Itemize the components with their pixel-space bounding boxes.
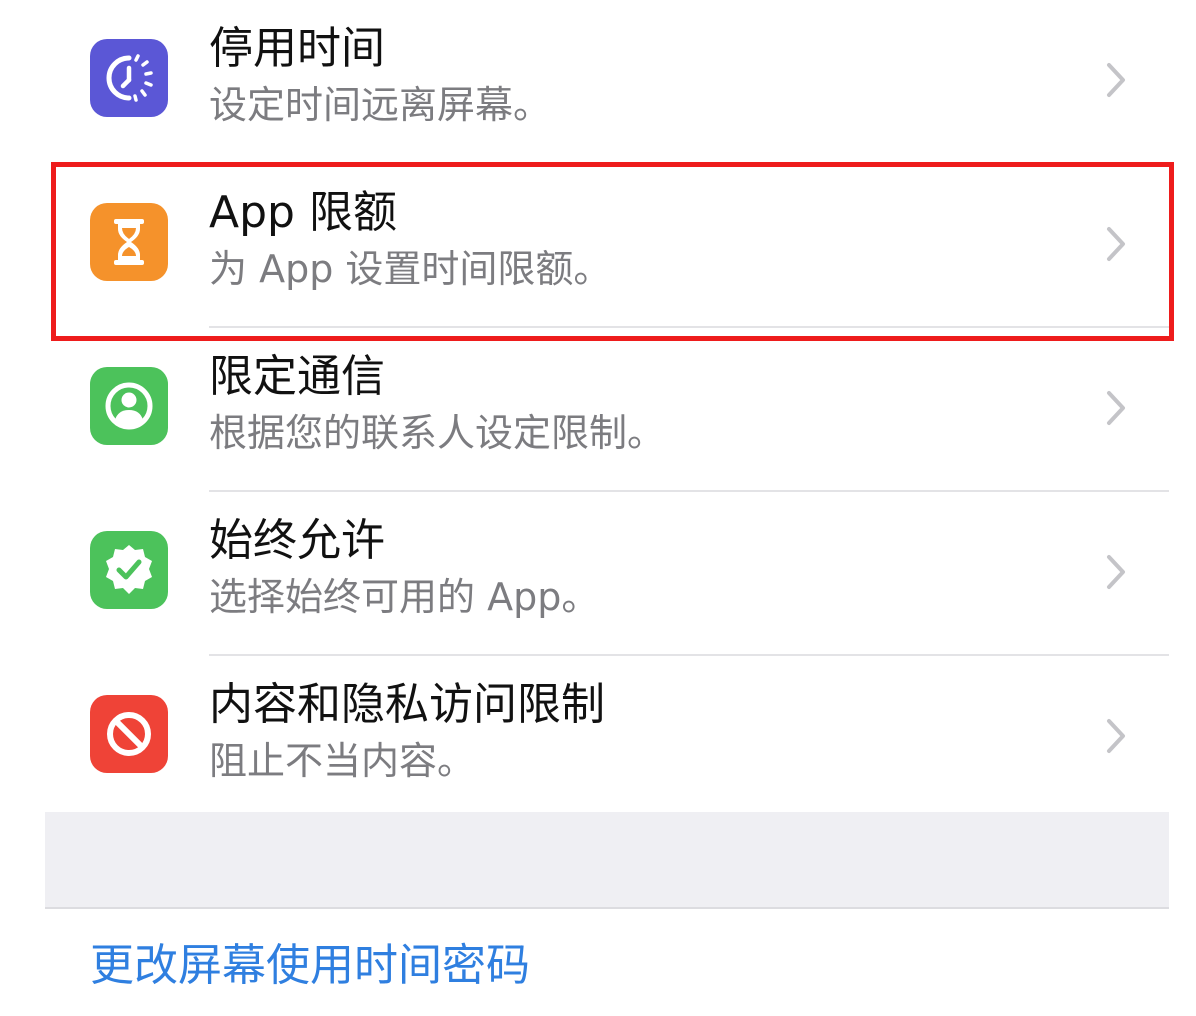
- app-limits-subtitle: 为 App 设置时间限额。: [209, 247, 612, 291]
- downtime-row[interactable]: 停用时间 设定时间远离屏幕。: [45, 0, 1169, 164]
- always-allowed-subtitle: 选择始终可用的 App。: [209, 575, 600, 619]
- app-limits-title: App 限额: [209, 187, 397, 238]
- always-allowed-title: 始终允许: [209, 515, 385, 566]
- chevron-right-icon: [1107, 391, 1125, 425]
- chevron-right-icon: [1107, 63, 1125, 97]
- change-passcode-link[interactable]: 更改屏幕使用时间密码: [90, 939, 530, 993]
- person-circle-icon: [90, 367, 168, 445]
- chevron-right-icon: [1107, 227, 1125, 261]
- content-privacy-title: 内容和隐私访问限制: [209, 679, 605, 730]
- screen-time-settings: 停用时间 设定时间远离屏幕。 App 限额 为 App 设置时间限额。 限定通信…: [0, 0, 1196, 1016]
- always-allowed-row[interactable]: 始终允许 选择始终可用的 App。: [45, 492, 1169, 656]
- content-privacy-row[interactable]: 内容和隐私访问限制 阻止不当内容。: [45, 656, 1169, 812]
- app-limits-row[interactable]: App 限额 为 App 设置时间限额。: [45, 164, 1169, 328]
- prohibited-icon: [90, 695, 168, 773]
- downtime-icon: [90, 39, 168, 117]
- footer-section: 更改屏幕使用时间密码: [45, 909, 1169, 1016]
- communication-limits-row[interactable]: 限定通信 根据您的联系人设定限制。: [45, 328, 1169, 492]
- section-gap: [45, 812, 1169, 908]
- communication-limits-subtitle: 根据您的联系人设定限制。: [209, 411, 666, 455]
- checkmark-seal-icon: [90, 531, 168, 609]
- downtime-subtitle: 设定时间远离屏幕。: [209, 83, 552, 127]
- chevron-right-icon: [1107, 555, 1125, 589]
- chevron-right-icon: [1107, 719, 1125, 753]
- hourglass-icon: [90, 203, 168, 281]
- communication-limits-title: 限定通信: [209, 351, 385, 402]
- settings-list: 停用时间 设定时间远离屏幕。 App 限额 为 App 设置时间限额。 限定通信…: [45, 0, 1169, 812]
- content-privacy-subtitle: 阻止不当内容。: [209, 739, 476, 783]
- downtime-title: 停用时间: [209, 23, 385, 74]
